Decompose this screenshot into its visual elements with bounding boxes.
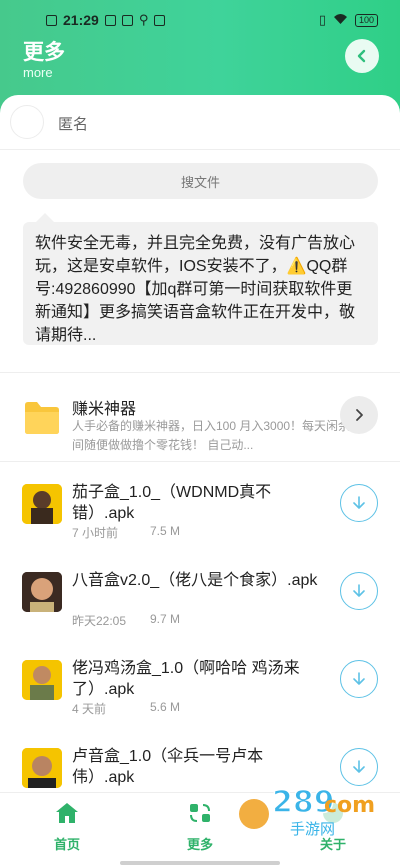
featured-folder[interactable]: 赚米神器 人手必备的赚米神器，日入100 月入3000！每天闲余时间随便做做撸个… — [0, 372, 400, 462]
file-item[interactable]: 八音盒v2.0_（佬八是个食家）.apk 昨天22:05 9.7 M — [0, 550, 400, 638]
app-icon-2 — [121, 14, 133, 26]
status-bar: 21:29 ⚲ ▯ 100 — [0, 8, 400, 34]
file-name: 佬冯鸡汤盒_1.0（啊哈哈 鸡汤来了）.apk — [72, 660, 300, 698]
download-icon — [353, 760, 365, 773]
folder-description: 人手必备的赚米神器，日入100 月入3000！每天闲余时间随便做做撸个零花钱！ … — [72, 419, 363, 452]
username: 匿名 — [58, 116, 89, 133]
download-button[interactable] — [340, 572, 378, 610]
main-card: 匿名 搜文件 软件安全无毒，并且完全免费，没有广告放心玩，这是安卓软件，IOS安… — [0, 95, 400, 395]
app-icon — [104, 14, 116, 26]
open-folder-button[interactable] — [340, 396, 378, 434]
folder-title: 赚米神器 — [72, 401, 137, 418]
file-item[interactable]: 佬冯鸡汤盒_1.0（啊哈哈 鸡汤来了）.apk 4 天前 5.6 M — [0, 638, 400, 726]
download-button[interactable] — [340, 660, 378, 698]
tab-home-label: 首页 — [53, 837, 80, 852]
watermark-text: 手游网 — [290, 820, 335, 838]
search-files-button[interactable]: 搜文件 — [23, 163, 378, 199]
tab-home[interactable]: 首页 — [27, 801, 107, 853]
status-time: 21:29 — [63, 12, 99, 28]
tab-more[interactable]: 更多 — [160, 801, 240, 853]
file-name: 茄子盒_1.0_（WDNMD真不错）.apk — [72, 484, 272, 522]
watermark-logo: 289 com 手游网 — [232, 780, 382, 840]
file-thumbnail — [22, 572, 62, 612]
file-size: 9.7 M — [150, 612, 181, 626]
file-item[interactable]: 茄子盒_1.0_（WDNMD真不错）.apk 7 小时前 7.5 M — [0, 462, 400, 550]
user-row[interactable]: 匿名 — [0, 95, 400, 150]
avatar[interactable] — [10, 105, 44, 139]
file-time: 4 天前 — [72, 702, 107, 716]
page-subtitle: more — [23, 65, 53, 80]
file-time: 昨天22:05 — [72, 614, 127, 628]
home-indicator — [120, 861, 280, 865]
notice-text: 软件安全无毒，并且完全免费，没有广告放心玩，这是安卓软件，IOS安装不了，⚠️Q… — [35, 235, 356, 344]
chevron-left-icon — [357, 49, 366, 63]
folder-icon — [25, 402, 59, 434]
notice-bubble: 软件安全无毒，并且完全免费，没有广告放心玩，这是安卓软件，IOS安装不了，⚠️Q… — [23, 213, 378, 345]
file-thumbnail — [22, 660, 62, 700]
chevron-right-icon — [356, 409, 363, 421]
page-title: 更多 — [23, 41, 65, 64]
file-thumbnail — [22, 484, 62, 524]
file-thumbnail — [22, 748, 62, 788]
file-name: 八音盒v2.0_（佬八是个食家）.apk — [72, 572, 318, 589]
file-time: 7 小时前 — [72, 526, 119, 540]
wifi-icon — [333, 13, 348, 28]
file-size: 7.5 M — [150, 524, 181, 538]
file-size: 5.6 M — [150, 700, 181, 714]
download-icon — [353, 672, 365, 685]
download-button[interactable] — [340, 484, 378, 522]
file-list: 茄子盒_1.0_（WDNMD真不错）.apk 7 小时前 7.5 M 八音盒v2… — [0, 462, 400, 792]
notification-icon — [46, 14, 57, 26]
home-icon — [56, 803, 78, 823]
download-icon — [353, 584, 365, 597]
watermark-suffix: com — [324, 793, 375, 818]
back-button[interactable] — [345, 39, 379, 73]
refresh-icon — [190, 804, 210, 822]
app-icon-3 — [154, 14, 166, 26]
search-label: 搜文件 — [180, 174, 220, 190]
tab-more-label: 更多 — [186, 837, 213, 852]
battery-icon: 100 — [354, 13, 378, 27]
usb-icon: ⚲ — [138, 12, 149, 27]
download-icon — [353, 496, 365, 509]
vibrate-icon: ▯ — [318, 12, 326, 27]
